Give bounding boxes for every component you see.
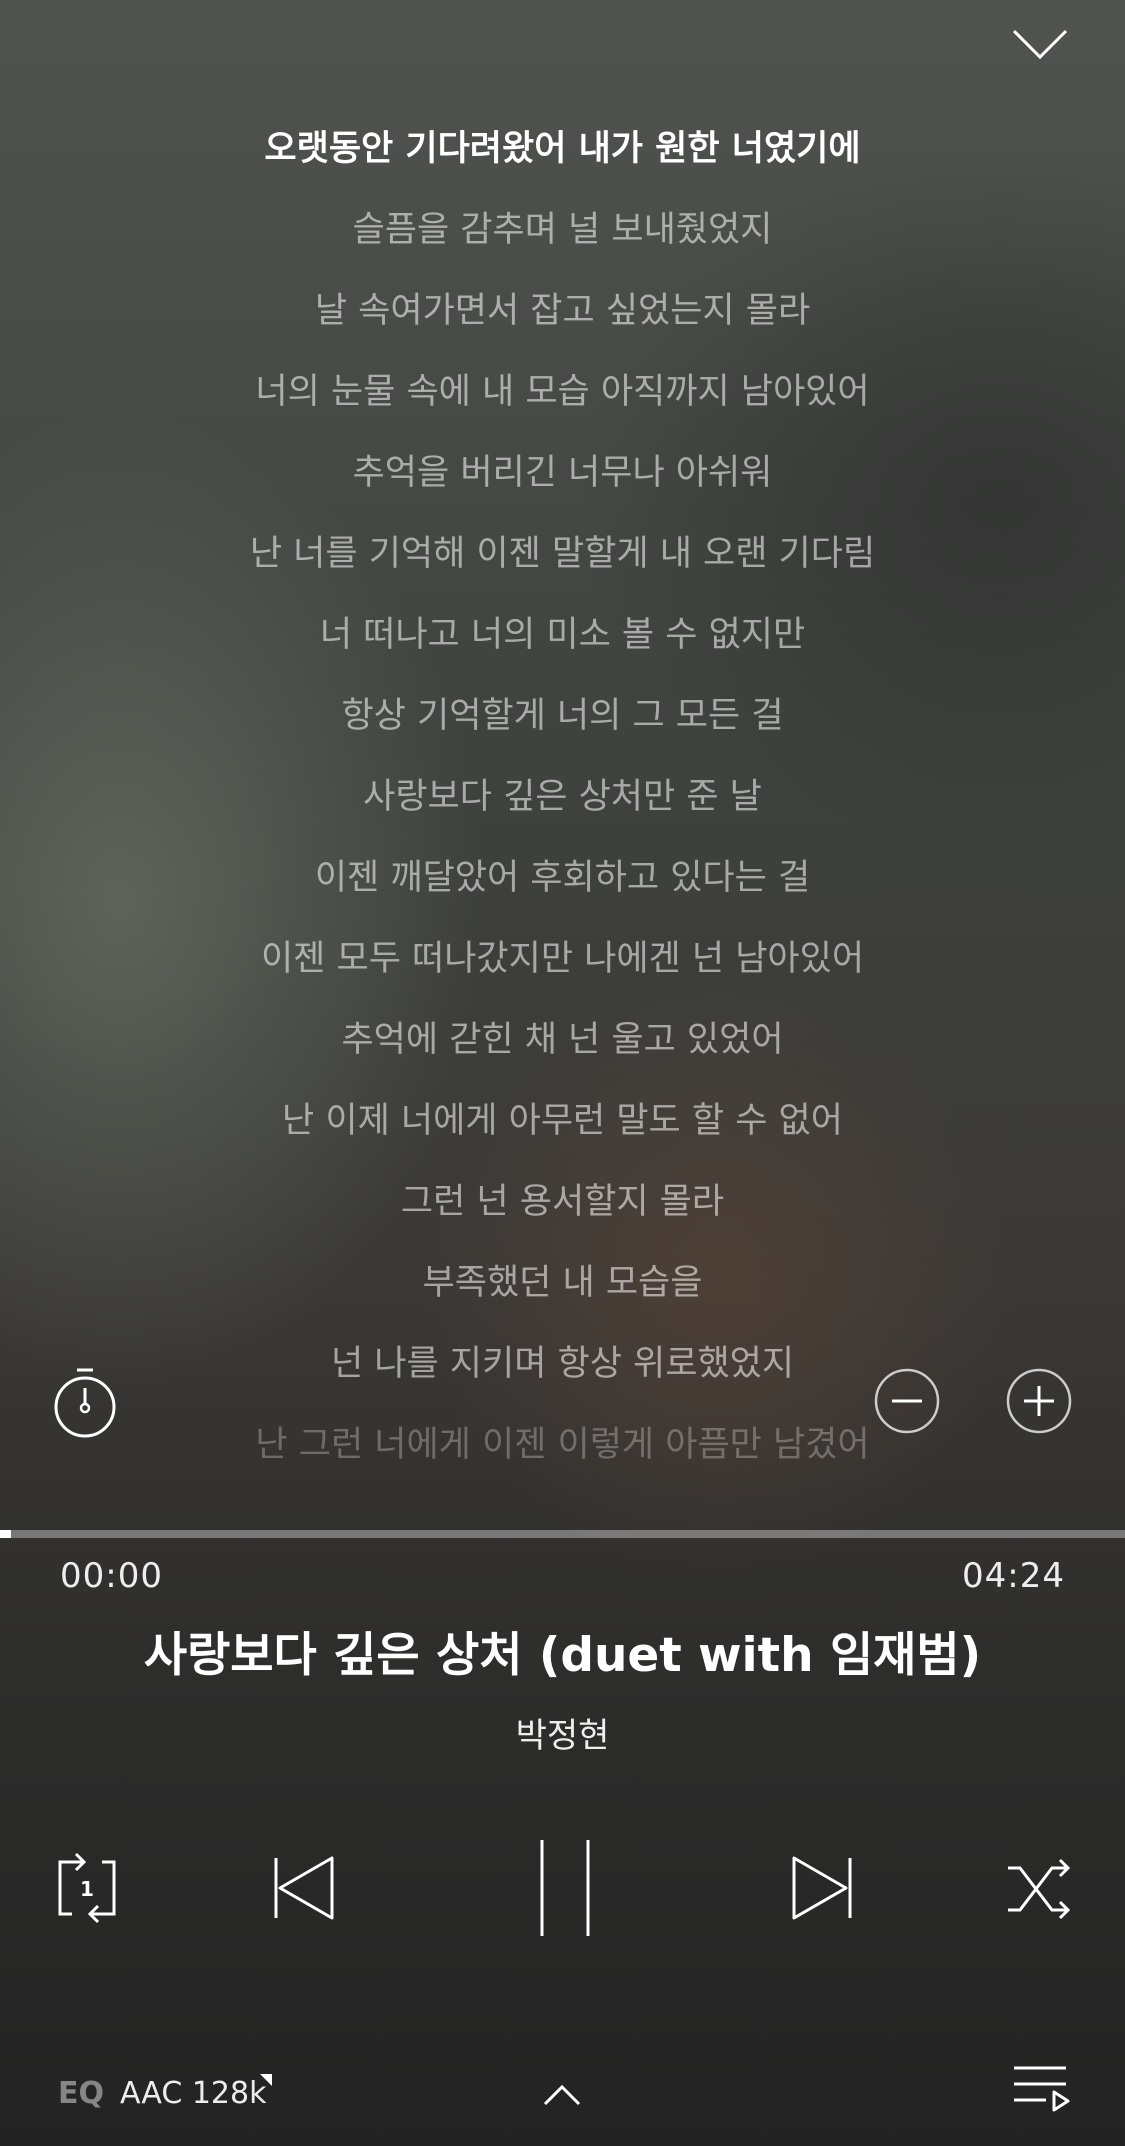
skip-next-icon [792,1856,852,1920]
lyric-line[interactable]: 그런 넌 용서할지 몰라 [0,1173,1125,1224]
plus-circle-icon [1006,1368,1072,1434]
repeat-one-icon: 1 [58,1852,116,1924]
lyric-line[interactable]: 너 떠나고 너의 미소 볼 수 없지만 [0,606,1125,657]
audio-quality-button[interactable]: AAC 128k [120,2076,266,2111]
progress-bar[interactable] [0,1530,1125,1538]
previous-track-button[interactable] [270,1852,340,1924]
lyric-line[interactable]: 난 그런 너에게 이젠 이렇게 아픔만 남겼어 [0,1416,1125,1467]
skip-previous-icon [274,1856,334,1920]
lyric-line[interactable]: 이젠 깨달았어 후회하고 있다는 걸 [0,849,1125,900]
shuffle-button[interactable] [1004,1856,1074,1922]
quality-menu-indicator-icon [260,2074,272,2086]
expand-panel-button[interactable] [538,2080,586,2110]
lyric-line-current[interactable]: 오랫동안 기다려왔어 내가 원한 너였기에 [0,120,1125,171]
lyrics-font-larger-button[interactable] [1006,1368,1072,1434]
lyric-line[interactable]: 추억에 갇힌 채 넌 울고 있었어 [0,1011,1125,1062]
lyric-line[interactable]: 난 이제 너에게 아무런 말도 할 수 없어 [0,1092,1125,1143]
lyric-line[interactable]: 난 너를 기억해 이젠 말할게 내 오랜 기다림 [0,525,1125,576]
song-title: 사랑보다 깊은 상처 (duet with 임재범) [143,1628,982,1683]
stopwatch-icon [54,1368,116,1438]
pause-icon [540,1840,590,1936]
time-elapsed: 00:00 [60,1556,163,1596]
shuffle-icon [1008,1858,1071,1920]
sleep-timer-button[interactable] [52,1366,118,1438]
lyric-line[interactable]: 슬픔을 감추며 널 보내줬었지 [0,201,1125,252]
lyric-line[interactable]: 이젠 모두 떠나갔지만 나에겐 넌 남아있어 [0,930,1125,981]
lyric-line[interactable]: 추억을 버리긴 너무나 아쉬워 [0,444,1125,495]
lyric-line[interactable]: 넌 나를 지키며 항상 위로했었지 [0,1335,1125,1386]
lyric-line[interactable]: 부족했던 내 모습을 [0,1254,1125,1305]
minus-circle-icon [874,1368,940,1434]
lyric-line[interactable]: 날 속여가면서 잡고 싶었는지 몰라 [0,282,1125,333]
lyrics-font-smaller-button[interactable] [874,1368,940,1434]
lyric-line[interactable]: 항상 기억할게 너의 그 모든 걸 [0,687,1125,738]
lyric-line[interactable]: 사랑보다 깊은 상처만 준 날 [0,768,1125,819]
chevron-up-icon [543,2084,581,2106]
time-total: 04:24 [962,1556,1065,1596]
artist-name[interactable]: 박정현 [0,1708,1125,1757]
progress-bar-fill [0,1530,11,1538]
playlist-button[interactable] [1010,2062,1070,2116]
chevron-down-icon [1012,29,1068,60]
playlist-icon [1014,2066,1070,2112]
lyric-line[interactable]: 너의 눈물 속에 내 모습 아직까지 남아있어 [0,363,1125,414]
eq-button[interactable]: EQ [58,2076,104,2111]
next-track-button[interactable] [786,1852,856,1924]
collapse-player-button[interactable] [1000,14,1080,74]
svg-text:1: 1 [80,1877,94,1901]
repeat-button[interactable]: 1 [52,1850,122,1926]
play-pause-button[interactable] [530,1836,600,1940]
